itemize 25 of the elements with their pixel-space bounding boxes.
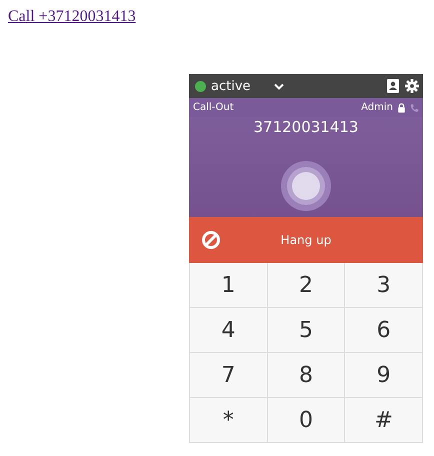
settings-icon[interactable] xyxy=(405,79,419,93)
dial-key[interactable]: # xyxy=(345,398,423,443)
contact-book-icon[interactable] xyxy=(386,79,400,93)
dial-key[interactable]: 0 xyxy=(268,398,346,443)
phone-number: 37120031413 xyxy=(254,118,358,136)
call-type-label: Call-Out xyxy=(193,102,234,113)
call-link[interactable]: Call +37120031413 xyxy=(8,8,136,26)
dial-key[interactable]: 8 xyxy=(268,353,346,398)
dial-key[interactable]: 9 xyxy=(345,353,423,398)
dial-key[interactable]: 2 xyxy=(268,263,346,308)
status-label: active xyxy=(211,78,251,94)
pulse-indicator-icon xyxy=(281,161,331,211)
phone-icon xyxy=(410,102,419,112)
dial-key[interactable]: 3 xyxy=(345,263,423,308)
dial-key[interactable]: 4 xyxy=(190,308,268,353)
block-icon xyxy=(201,230,221,250)
dial-key[interactable]: 7 xyxy=(190,353,268,398)
user-label: Admin xyxy=(361,102,393,113)
dial-key[interactable]: * xyxy=(190,398,268,443)
chevron-down-icon[interactable] xyxy=(274,82,284,90)
dial-key[interactable]: 5 xyxy=(268,308,346,353)
lock-icon xyxy=(397,102,406,112)
hang-up-button[interactable]: Hang up xyxy=(189,217,423,263)
dial-key[interactable]: 1 xyxy=(190,263,268,308)
dial-key[interactable]: 6 xyxy=(345,308,423,353)
